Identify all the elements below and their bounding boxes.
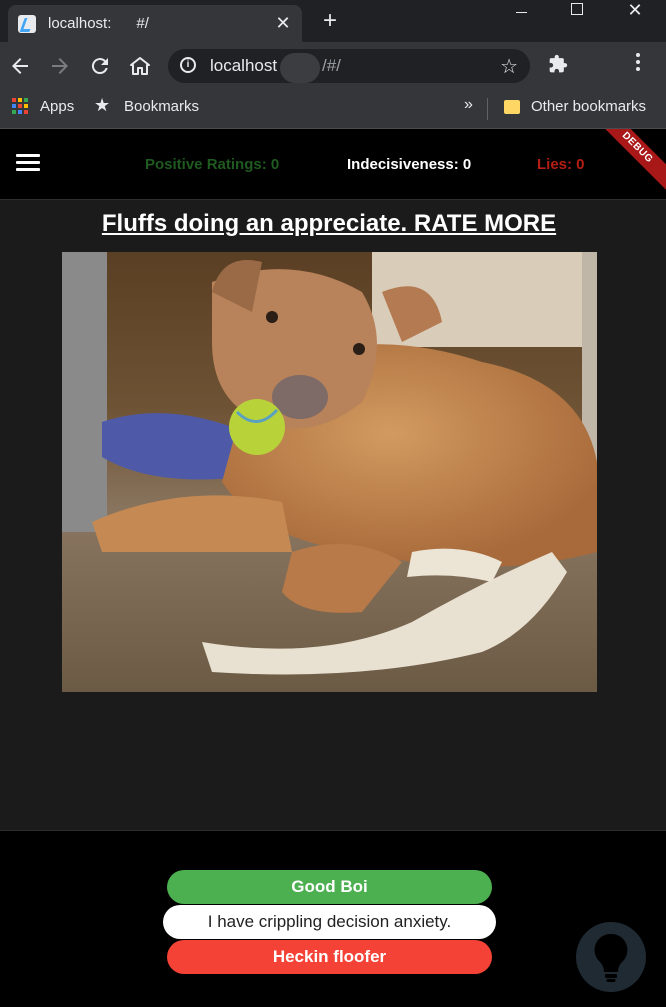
dog-photo [62, 252, 597, 692]
bookmark-apps[interactable]: Apps [40, 98, 74, 115]
lies-counter: Lies: 0 [537, 156, 585, 173]
reload-icon[interactable] [88, 54, 112, 78]
lightbulb-button[interactable] [576, 922, 646, 992]
positive-ratings-counter: Positive Ratings: 0 [145, 156, 280, 173]
minimize-icon[interactable] [498, 0, 544, 20]
app-bar: Positive Ratings: 0 Indecisiveness: 0 Li… [0, 129, 666, 199]
decision-anxiety-button[interactable]: I have crippling decision anxiety. [163, 905, 496, 939]
close-icon[interactable]: ✕ [272, 12, 294, 34]
lightbulb-icon [594, 933, 628, 982]
plus-icon[interactable]: + [318, 9, 342, 33]
window-close-icon[interactable]: ✕ [612, 0, 658, 20]
star-icon[interactable]: ☆ [500, 54, 518, 79]
bookmark-bookmarks[interactable]: Bookmarks [124, 98, 199, 115]
address-bar[interactable]: i localhost /#/ ☆ [168, 49, 530, 83]
main-content: Fluffs doing an appreciate. RATE MORE [0, 199, 666, 831]
browser-tab[interactable]: localhost: #/ ✕ [8, 5, 302, 42]
forward-icon[interactable] [48, 54, 72, 78]
good-boi-button[interactable]: Good Boi [167, 870, 492, 904]
extension-icon[interactable] [546, 54, 570, 79]
url-redaction [280, 53, 320, 83]
home-icon[interactable] [128, 54, 152, 78]
maximize-icon[interactable] [554, 0, 600, 20]
flutter-favicon-icon [18, 15, 36, 33]
indecisiveness-counter: Indecisiveness: 0 [347, 156, 472, 173]
url-path: /#/ [322, 56, 341, 75]
rating-panel: Good Boi I have crippling decision anxie… [0, 830, 666, 1007]
url-host: localhost [210, 56, 278, 75]
bookmark-other[interactable]: Other bookmarks [531, 98, 646, 115]
debug-banner: DEBUG [591, 129, 666, 194]
back-icon[interactable] [8, 54, 32, 78]
browser-titlebar: localhost: #/ ✕ + ✕ [0, 0, 666, 42]
heckin-floofer-button[interactable]: Heckin floofer [167, 940, 492, 974]
hamburger-icon[interactable] [16, 154, 40, 172]
tab-title: localhost: #/ [48, 15, 149, 32]
bookmarks-bar: Apps ★ Bookmarks » Other bookmarks [0, 90, 666, 129]
browser-toolbar: i localhost /#/ ☆ [0, 42, 666, 90]
bookmark-star-icon: ★ [94, 95, 111, 115]
page-title[interactable]: Fluffs doing an appreciate. RATE MORE [0, 210, 658, 238]
apps-grid-icon[interactable] [12, 98, 28, 114]
folder-icon [504, 100, 520, 114]
bookmarks-overflow-button[interactable]: » [464, 96, 473, 114]
kebab-menu-icon[interactable] [626, 52, 650, 78]
info-icon[interactable]: i [180, 57, 196, 73]
divider [487, 98, 488, 120]
